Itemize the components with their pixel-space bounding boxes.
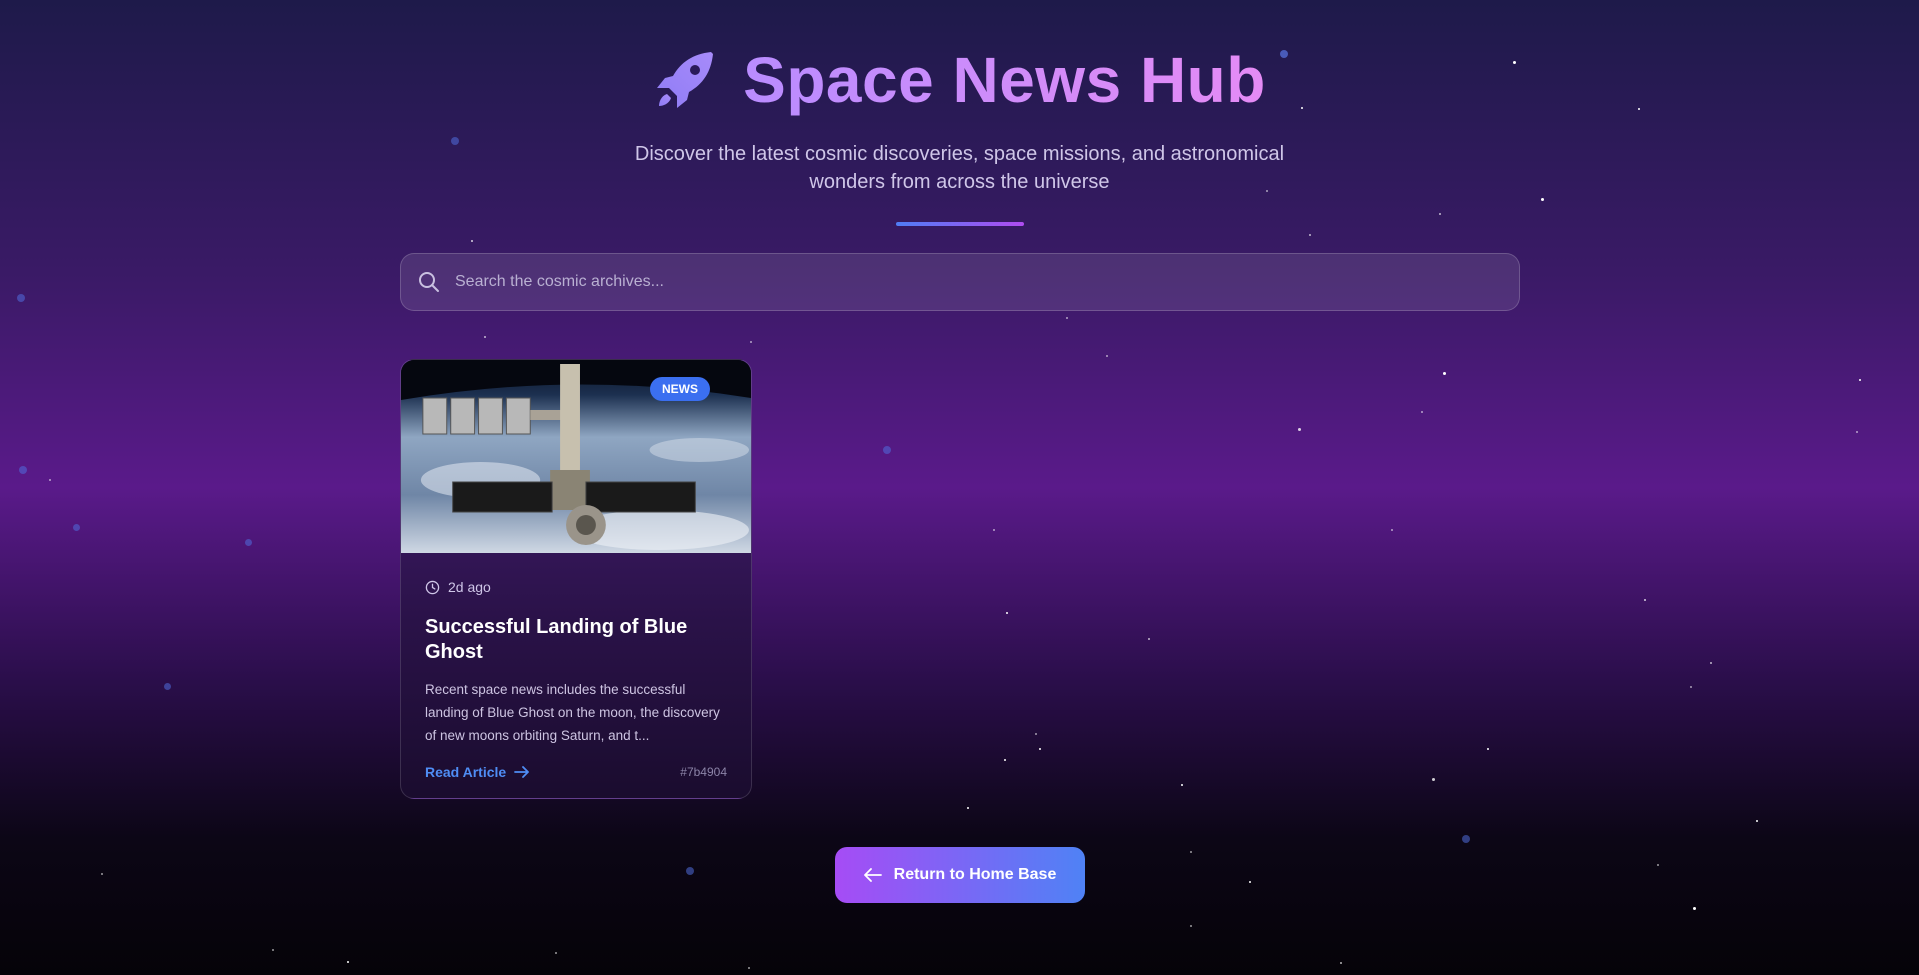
- search-input[interactable]: [455, 254, 1519, 310]
- article-footer: Read Article #7b4904: [425, 764, 727, 780]
- clock-icon: [425, 580, 440, 594]
- page-subtitle: Discover the latest cosmic discoveries, …: [634, 143, 1285, 193]
- return-home-label: Return to Home Base: [893, 866, 1057, 883]
- space-station-image: NEWS: [401, 360, 751, 553]
- title-row: Space News Hub: [0, 40, 1919, 120]
- category-badge: NEWS: [650, 377, 710, 401]
- arrow-right-icon: [514, 766, 530, 778]
- article-card-body: 2d ago Successful Landing of Blue Ghost …: [401, 553, 751, 780]
- article-id: #7b4904: [680, 765, 727, 779]
- star-icon[interactable]: [719, 378, 751, 553]
- search-icon: [419, 272, 439, 292]
- page-header: Space News Hub Discover the latest cosmi…: [0, 40, 1919, 226]
- read-article-label: Read Article: [425, 764, 507, 780]
- article-description: Recent space news includes the successfu…: [425, 682, 720, 743]
- rocket-icon: [657, 52, 714, 108]
- search-bar[interactable]: [400, 253, 1520, 311]
- article-meta: 2d ago: [425, 577, 727, 597]
- article-time: 2d ago: [448, 579, 491, 595]
- article-title[interactable]: Successful Landing of Blue Ghost: [425, 615, 727, 665]
- arrow-left-icon: [863, 868, 882, 882]
- article-card[interactable]: NEWS 2d ago Successful Landing of Blue G…: [400, 359, 752, 799]
- page-title: Space News Hub: [743, 44, 1266, 116]
- header-divider: [895, 222, 1024, 226]
- read-article-link[interactable]: Read Article: [425, 764, 530, 780]
- return-home-button[interactable]: Return to Home Base: [835, 847, 1085, 903]
